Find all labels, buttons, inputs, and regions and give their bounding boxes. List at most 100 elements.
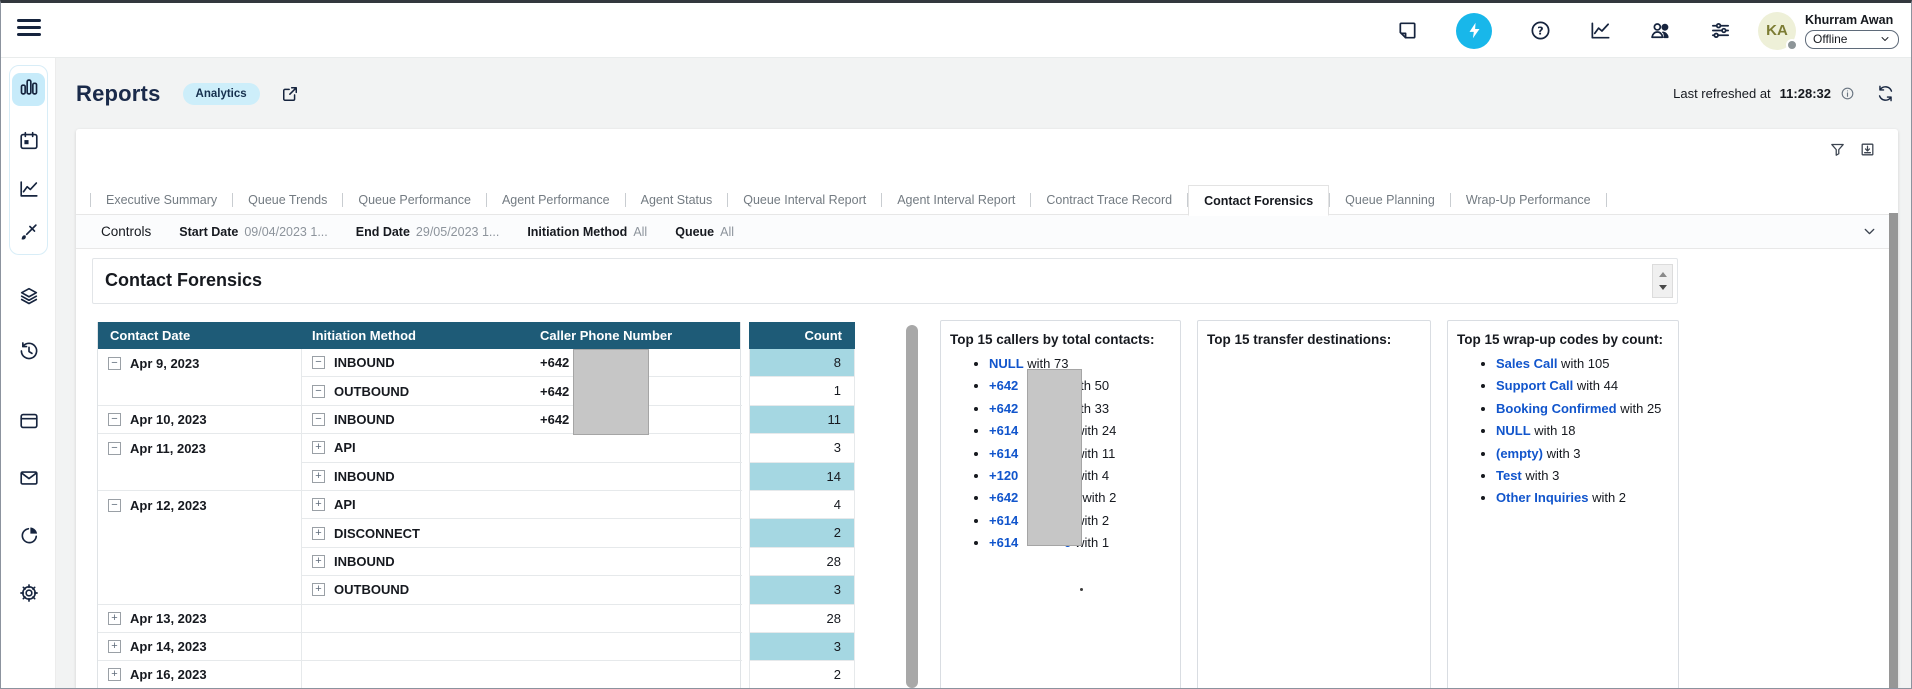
chevron-down-icon xyxy=(1879,33,1891,45)
sidebar-item-history[interactable] xyxy=(12,337,45,370)
collapse-toggle[interactable]: − xyxy=(312,385,325,398)
list-link[interactable]: +642 xyxy=(989,490,1018,505)
control-queue[interactable]: QueueAll xyxy=(675,224,734,239)
sidebar-item-pie-chart[interactable] xyxy=(12,521,45,554)
tab-queue-performance[interactable]: Queue Performance xyxy=(343,185,486,215)
list-link[interactable]: NULL xyxy=(989,356,1024,371)
status-select[interactable]: Offline xyxy=(1805,30,1899,49)
list-link[interactable]: (empty) xyxy=(1496,446,1543,461)
control-value: All xyxy=(720,225,734,239)
control-start-date[interactable]: Start Date09/04/2023 1... xyxy=(179,224,327,239)
table-scrollbar[interactable] xyxy=(906,325,918,688)
sidebar-item-gear[interactable] xyxy=(12,579,45,612)
list-item: +64249 with 2 xyxy=(989,487,1180,509)
expand-toggle[interactable]: + xyxy=(312,498,325,511)
list-link[interactable]: NULL xyxy=(1496,423,1531,438)
history-icon xyxy=(18,340,40,367)
users-icon[interactable] xyxy=(1649,19,1672,42)
tab-queue-planning[interactable]: Queue Planning xyxy=(1330,185,1450,215)
insight-panel-title: Top 15 transfer destinations: xyxy=(1207,332,1421,347)
list-link[interactable]: +614 xyxy=(989,513,1018,528)
tab-wrap-up-performance[interactable]: Wrap-Up Performance xyxy=(1451,185,1606,215)
list-link[interactable]: Test xyxy=(1496,468,1522,483)
hamburger-menu-icon[interactable] xyxy=(17,19,41,41)
list-link[interactable]: Booking Confirmed xyxy=(1496,401,1617,416)
external-link-icon[interactable] xyxy=(280,84,300,104)
list-link[interactable]: Other Inquiries xyxy=(1496,490,1588,505)
list-link[interactable]: +614 xyxy=(989,446,1018,461)
sidebar-item-bar-chart[interactable] xyxy=(12,73,45,106)
tab-agent-performance[interactable]: Agent Performance xyxy=(487,185,625,215)
tab-agent-status[interactable]: Agent Status xyxy=(626,185,728,215)
boost-lightning-icon[interactable] xyxy=(1456,13,1492,49)
list-link[interactable]: +642 xyxy=(989,401,1018,416)
tab-queue-trends[interactable]: Queue Trends xyxy=(233,185,342,215)
sidebar-item-browser[interactable] xyxy=(12,407,45,440)
list-link[interactable]: +614 xyxy=(989,423,1018,438)
caller-phone-cell xyxy=(532,434,742,462)
list-link[interactable]: +642 xyxy=(989,378,1018,393)
page-scrollbar[interactable] xyxy=(1889,213,1898,688)
sidebar-item-line-chart[interactable] xyxy=(12,175,45,208)
avatar[interactable]: KA xyxy=(1758,12,1796,50)
expand-toggle[interactable]: + xyxy=(108,668,121,681)
expand-toggle[interactable]: + xyxy=(312,441,325,454)
initiation-method-cell xyxy=(302,661,532,689)
insight-list: Sales Call with 105Support Call with 44B… xyxy=(1448,353,1678,510)
download-icon[interactable] xyxy=(1859,141,1876,158)
collapse-toggle[interactable]: − xyxy=(108,357,121,370)
spinner-up-icon[interactable] xyxy=(1659,272,1667,277)
notepad-icon[interactable] xyxy=(1396,19,1419,42)
tab-executive-summary[interactable]: Executive Summary xyxy=(91,185,232,215)
user-name: Khurram Awan xyxy=(1805,13,1899,27)
help-icon[interactable]: ? xyxy=(1529,19,1552,42)
sidebar-item-brush[interactable] xyxy=(12,218,45,251)
collapse-toggle[interactable]: − xyxy=(312,413,325,426)
initiation-method-cell: −INBOUND xyxy=(302,349,532,377)
collapse-toggle[interactable]: − xyxy=(108,442,121,455)
expand-toggle[interactable]: + xyxy=(108,612,121,625)
list-link[interactable]: Sales Call xyxy=(1496,356,1557,371)
refresh-icon[interactable] xyxy=(1876,84,1895,103)
analytics-badge[interactable]: Analytics xyxy=(183,83,260,105)
caller-phone-cell xyxy=(532,548,742,576)
sliders-icon[interactable] xyxy=(1709,19,1732,42)
tab-queue-interval-report[interactable]: Queue Interval Report xyxy=(728,185,881,215)
filter-icon[interactable] xyxy=(1829,141,1846,158)
collapse-toggle[interactable]: − xyxy=(108,499,121,512)
control-label: Start Date xyxy=(179,225,238,239)
info-icon[interactable] xyxy=(1840,86,1855,101)
expand-toggle[interactable]: + xyxy=(312,555,325,568)
expand-toggle[interactable]: + xyxy=(312,583,325,596)
expand-toggle[interactable]: + xyxy=(312,527,325,540)
spinner-down-icon[interactable] xyxy=(1659,285,1667,290)
expand-toggle[interactable]: + xyxy=(312,470,325,483)
tab-contract-trace-record[interactable]: Contract Trace Record xyxy=(1031,185,1187,215)
tab-contact-forensics[interactable]: Contact Forensics xyxy=(1188,185,1329,216)
list-link[interactable]: +120 xyxy=(989,468,1018,483)
stray-bullet xyxy=(1080,588,1083,591)
sidebar-item-calendar[interactable] xyxy=(12,127,45,160)
collapse-toggle[interactable]: − xyxy=(312,356,325,369)
list-item: NULL with 73 xyxy=(989,353,1180,375)
tab-agent-interval-report[interactable]: Agent Interval Report xyxy=(882,185,1030,215)
control-label: End Date xyxy=(356,225,410,239)
brush-icon xyxy=(18,221,40,248)
list-link[interactable]: +614 xyxy=(989,535,1018,550)
control-initiation-method[interactable]: Initiation MethodAll xyxy=(527,224,647,239)
list-item: Sales Call with 105 xyxy=(1496,353,1678,375)
metrics-icon[interactable] xyxy=(1589,19,1612,42)
collapse-toggle[interactable]: − xyxy=(108,413,121,426)
sidebar-item-mail[interactable] xyxy=(12,464,45,497)
control-label: Initiation Method xyxy=(527,225,627,239)
mail-icon xyxy=(18,467,40,494)
count-cell: 28 xyxy=(749,605,855,633)
last-refreshed-label: Last refreshed at xyxy=(1673,86,1771,101)
controls-expand-icon[interactable] xyxy=(1861,223,1878,240)
control-end-date[interactable]: End Date29/05/2023 1... xyxy=(356,224,500,239)
spinner-control[interactable] xyxy=(1652,264,1673,298)
expand-toggle[interactable]: + xyxy=(108,640,121,653)
list-link[interactable]: Support Call xyxy=(1496,378,1573,393)
last-refreshed-time: 11:28:32 xyxy=(1780,86,1831,101)
sidebar-item-layers[interactable] xyxy=(12,282,45,315)
